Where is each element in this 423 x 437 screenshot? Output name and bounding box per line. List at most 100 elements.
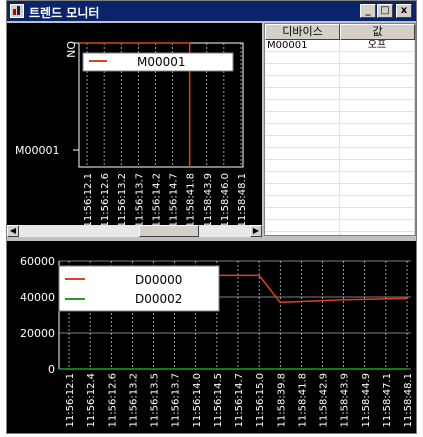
- value-cell: [340, 220, 415, 231]
- table-row-empty[interactable]: [265, 232, 415, 235]
- value-cell: [340, 184, 415, 195]
- bit-ytick-bottom: M00001: [15, 144, 59, 157]
- device-cell: [265, 112, 340, 123]
- table-row-empty[interactable]: [265, 196, 415, 208]
- word-ytick-label: 60000: [20, 255, 55, 268]
- bit-xtick-label: 11:56:13.2: [117, 173, 128, 225]
- word-point-d00000: [406, 297, 408, 300]
- value-cell: [340, 88, 415, 99]
- table-row-empty[interactable]: [265, 208, 415, 220]
- table-row-empty[interactable]: [265, 76, 415, 88]
- bit-xtick-label: 11:58:48.1: [237, 173, 248, 225]
- device-cell: [265, 232, 340, 235]
- word-point-d00002: [89, 368, 91, 370]
- word-point-d00002: [406, 368, 408, 370]
- device-cell: [265, 208, 340, 219]
- word-xtick-label: 11:56:12.4: [86, 373, 97, 427]
- word-point-d00002: [152, 368, 155, 370]
- bit-xtick-label: 11:56:12.1: [83, 173, 94, 225]
- table-row-empty[interactable]: [265, 184, 415, 196]
- value-cell: [340, 76, 415, 87]
- device-cell: [265, 52, 340, 63]
- table-row-empty[interactable]: [265, 220, 415, 232]
- scroll-right-icon[interactable]: ▶: [250, 225, 262, 237]
- horizontal-scrollbar[interactable]: ◀ ▶: [7, 225, 262, 237]
- value-cell: [340, 124, 415, 135]
- word-point-d00002: [194, 368, 197, 370]
- device-cell: [265, 124, 340, 135]
- device-cell: [265, 76, 340, 87]
- device-cell: [265, 160, 340, 171]
- device-cell: [265, 88, 340, 99]
- word-ytick-label: 20000: [20, 327, 55, 340]
- word-point-d00002: [342, 368, 345, 370]
- minimize-button[interactable]: _: [360, 4, 376, 18]
- word-point-d00002: [173, 368, 176, 370]
- close-button[interactable]: x: [396, 4, 412, 18]
- table-body: M00001 오프: [265, 40, 415, 235]
- word-point-d00000: [258, 274, 260, 277]
- word-point-d00002: [279, 368, 282, 370]
- word-legend-label-d00000: D00000: [135, 273, 182, 287]
- table-row-empty[interactable]: [265, 100, 415, 112]
- device-cell: [265, 196, 340, 207]
- scroll-left-icon[interactable]: ◀: [7, 225, 19, 237]
- value-cell: [340, 232, 415, 235]
- device-cell: M00001: [265, 40, 340, 51]
- device-value-table[interactable]: 디바이스 값 M00001 오프: [264, 23, 416, 236]
- word-trend-chart: 60000 40000 20000 0 D00000 D00002 11:56:12.…: [20, 255, 414, 427]
- column-header-device[interactable]: 디바이스: [265, 24, 340, 40]
- table-row-empty[interactable]: [265, 64, 415, 76]
- word-xtick-label: 11:56:13.2: [128, 373, 139, 427]
- word-point-d00000: [321, 299, 324, 302]
- value-cell: 오프: [340, 40, 415, 51]
- bit-xtick-label: 11:56:14.7: [169, 173, 180, 225]
- word-point-d00002: [300, 368, 303, 370]
- word-xtick-label: 11:58:44.9: [361, 373, 372, 427]
- word-point-d00002: [385, 368, 387, 370]
- word-xtick-label: 11:56:14.0: [192, 373, 203, 427]
- word-xtick-label: 11:56:14.5: [213, 373, 224, 427]
- title-bar[interactable]: 트렌드 모니터 _ □ x: [7, 1, 416, 21]
- table-row-empty[interactable]: [265, 136, 415, 148]
- window-title: 트렌드 모니터: [29, 6, 100, 20]
- bit-trend-chart: ON M00001 M00001 11:56:12.1 11:56:12.6 11:…: [15, 41, 248, 227]
- value-cell: [340, 64, 415, 75]
- value-cell: [340, 172, 415, 183]
- table-row-empty[interactable]: [265, 124, 415, 136]
- table-row-empty[interactable]: [265, 88, 415, 100]
- word-ytick-label: 0: [48, 363, 55, 376]
- device-cell: [265, 148, 340, 159]
- maximize-button[interactable]: □: [377, 4, 393, 18]
- trend-app-icon: [10, 4, 24, 18]
- table-row-empty[interactable]: [265, 160, 415, 172]
- word-point-d00002: [216, 368, 218, 370]
- device-cell: [265, 100, 340, 111]
- word-xtick-label: 11:56:12.1: [65, 373, 76, 427]
- table-row[interactable]: M00001 오프: [265, 40, 415, 52]
- device-cell: [265, 136, 340, 147]
- bit-ytick-top: ON: [64, 41, 77, 58]
- table-row-empty[interactable]: [265, 172, 415, 184]
- bit-xtick-label: 11:56:12.6: [100, 173, 111, 225]
- scroll-thumb[interactable]: [139, 225, 199, 237]
- word-xtick-label: 11:56:12.6: [107, 373, 118, 427]
- value-cell: [340, 208, 415, 219]
- table-row-empty[interactable]: [265, 148, 415, 160]
- word-point-d00000: [342, 298, 345, 301]
- value-cell: [340, 148, 415, 159]
- column-header-value[interactable]: 값: [340, 24, 415, 40]
- value-cell: [340, 196, 415, 207]
- value-cell: [340, 100, 415, 111]
- word-point-d00000: [300, 300, 303, 303]
- scroll-track[interactable]: [19, 225, 250, 237]
- word-xtick-label: 11:56:13.5: [150, 373, 161, 427]
- word-point-d00002: [363, 368, 366, 370]
- word-point-d00002: [258, 368, 260, 370]
- table-row-empty[interactable]: [265, 52, 415, 64]
- value-cell: [340, 112, 415, 123]
- table-row-empty[interactable]: [265, 112, 415, 124]
- word-point-d00002: [68, 368, 70, 370]
- word-point-d00002: [110, 368, 113, 370]
- value-cell: [340, 160, 415, 171]
